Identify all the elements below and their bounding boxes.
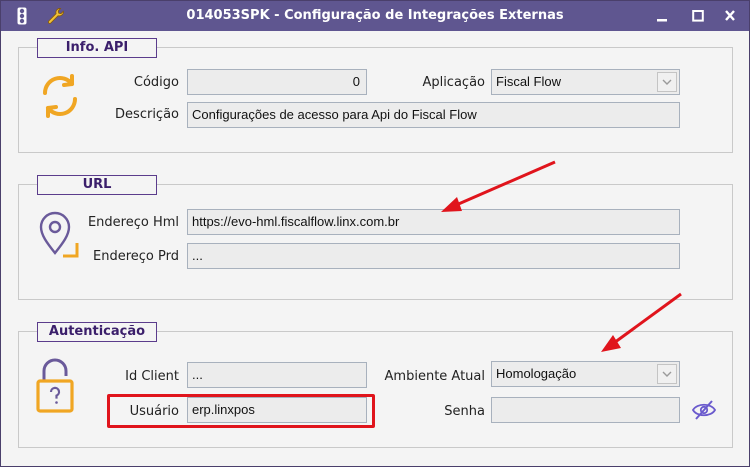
arrow-to-ambiente-atual — [601, 292, 682, 352]
arrow-to-endereco-hml — [441, 160, 556, 212]
annotation-arrows — [441, 160, 682, 352]
integration-config-window: 014053SPK - Configuração de Integrações … — [0, 0, 750, 467]
